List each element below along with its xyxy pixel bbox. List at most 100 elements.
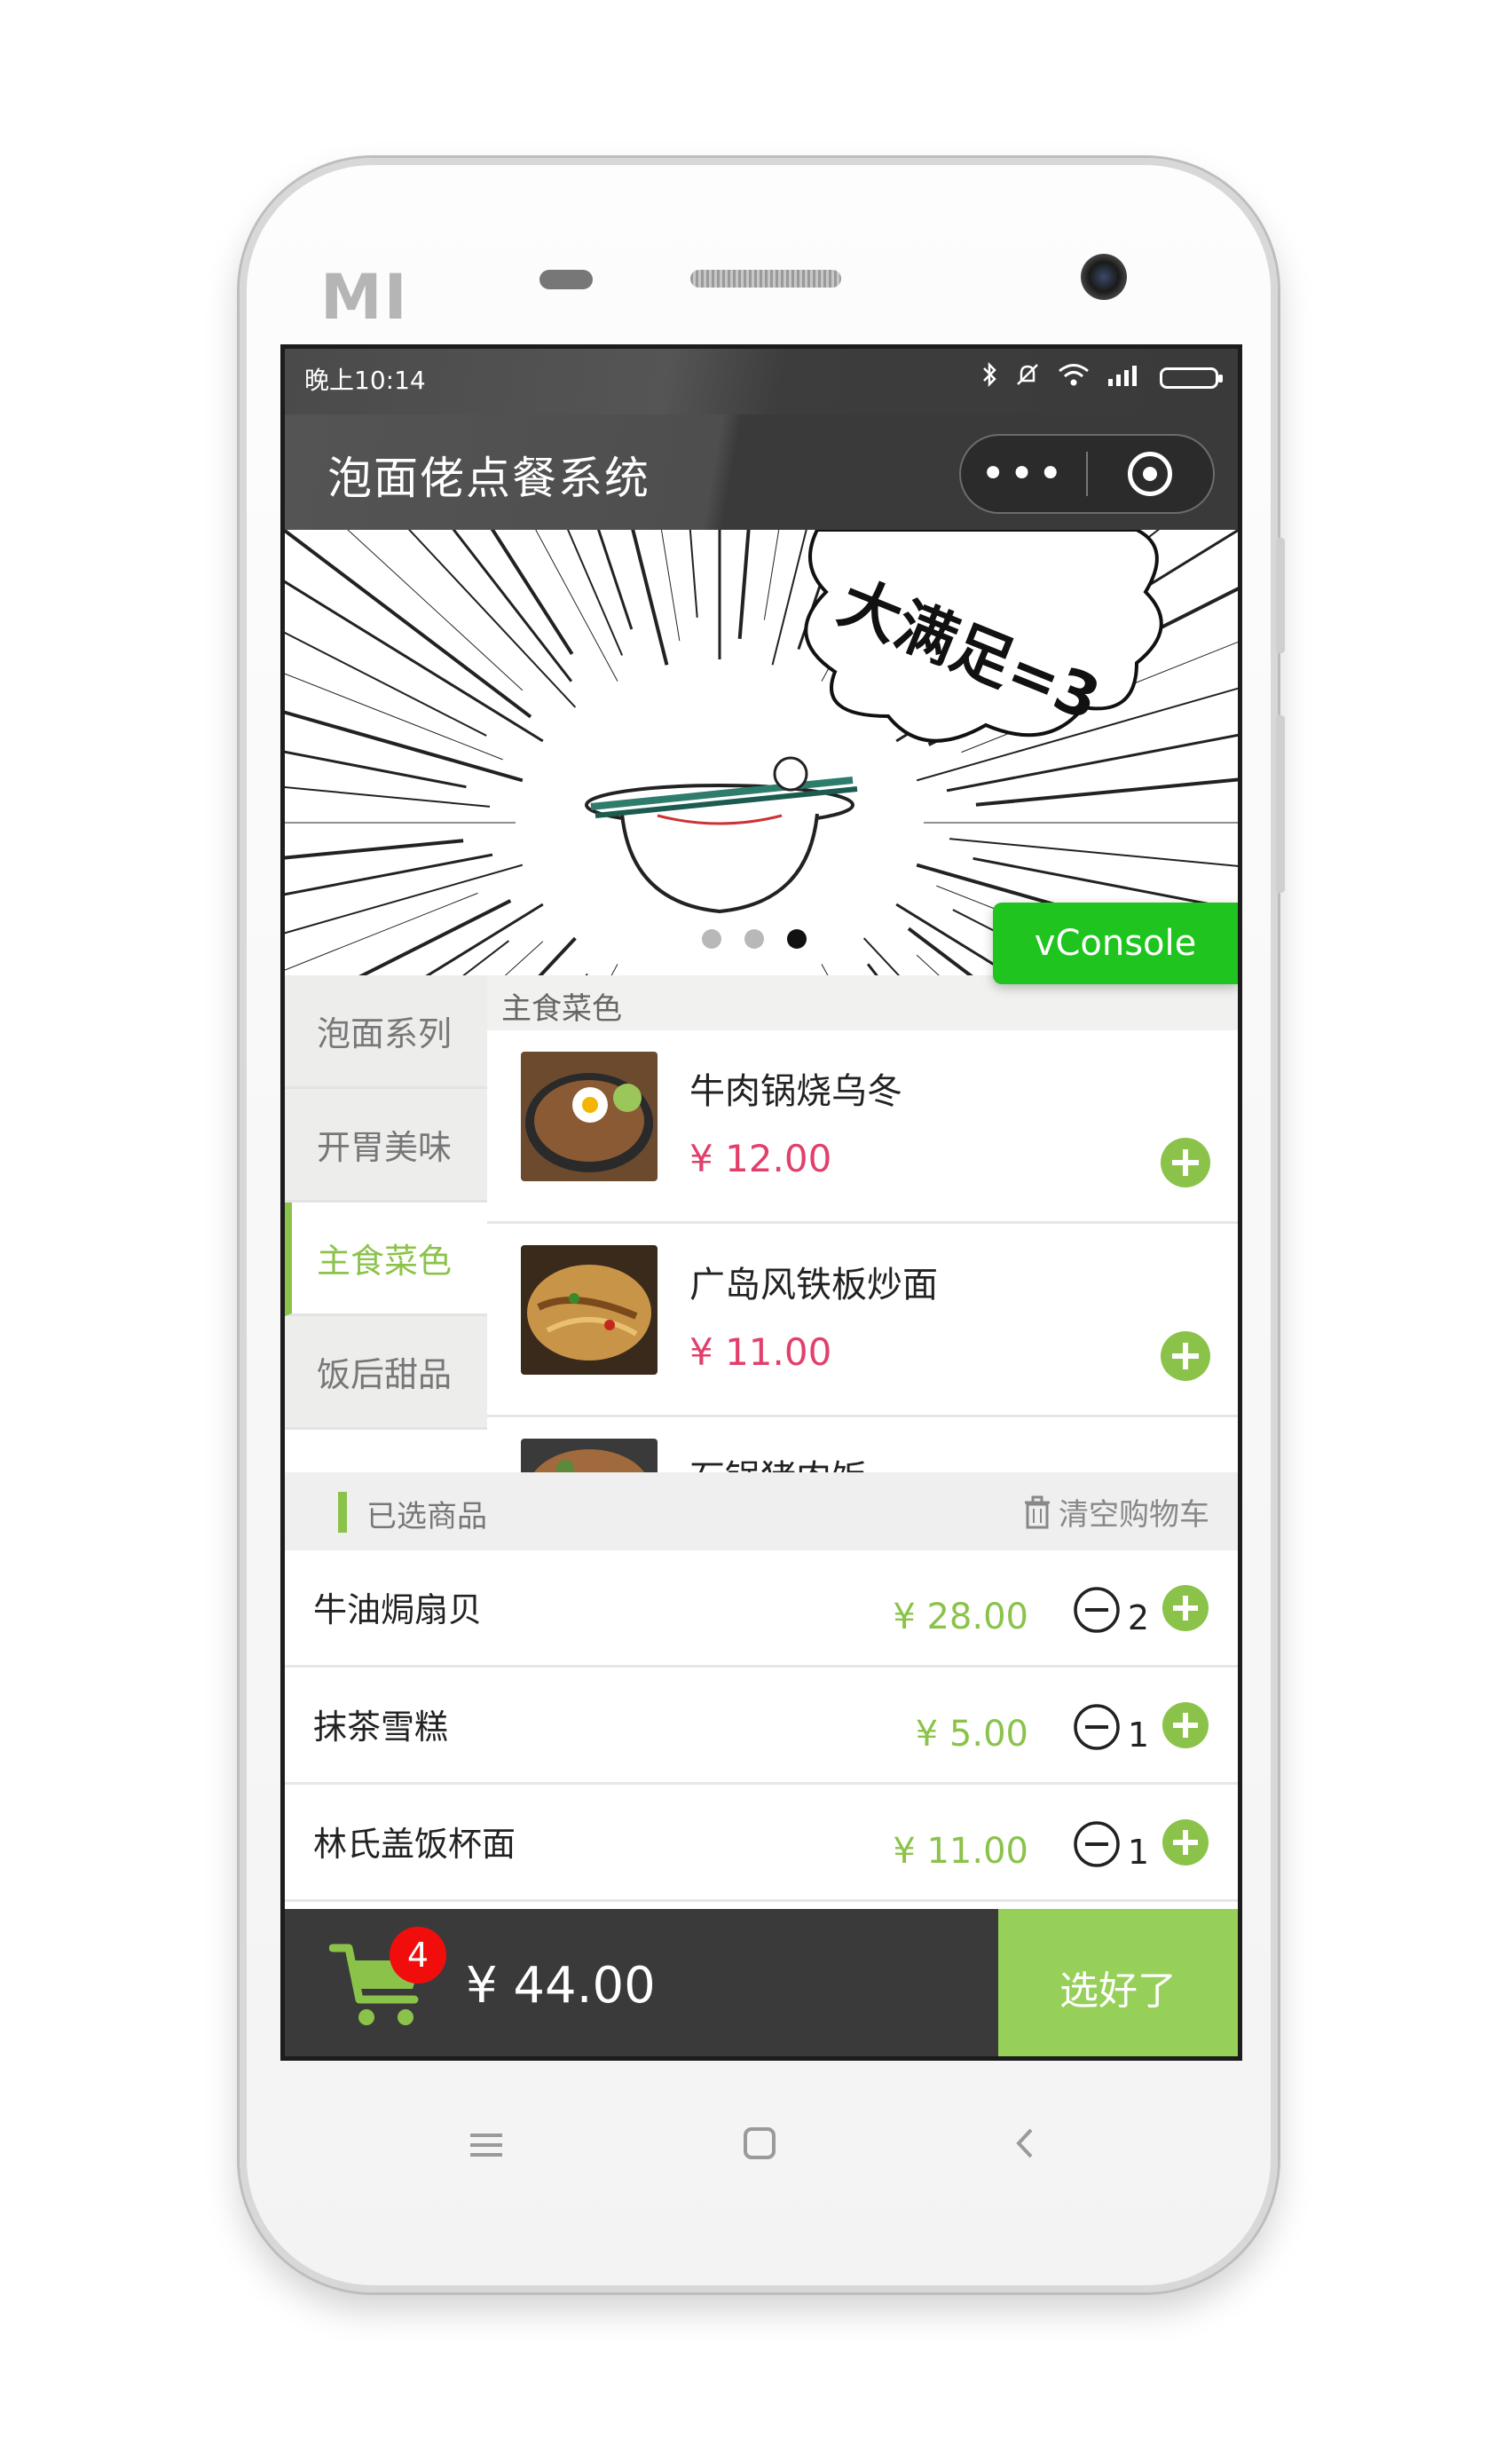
dish-thumbnail [521, 1052, 658, 1181]
speed-line [452, 530, 573, 682]
speed-line [425, 903, 544, 975]
cart-item-qty: 1 [1127, 1716, 1149, 1755]
menu-item-list: 主食菜色 牛肉锅烧乌冬 ¥ 12.00 广岛风铁板炒面 ¥ 11.00 [487, 975, 1238, 1472]
menu-item: 广岛风铁板炒面 ¥ 11.00 [487, 1224, 1238, 1417]
plus-circle-icon [1161, 1331, 1210, 1381]
minus-circle-icon [1074, 1704, 1120, 1750]
cart-row: 抹茶雪糕 ¥ 5.00 1 [285, 1668, 1238, 1785]
dish-thumbnail [521, 1439, 658, 1472]
menu-item: 牛肉锅烧乌冬 ¥ 12.00 [487, 1030, 1238, 1224]
speed-line [285, 530, 532, 719]
cart-row: 林氏盖饭杯面 ¥ 11.00 1 [285, 1785, 1238, 1902]
decrease-qty-button[interactable] [1073, 1703, 1121, 1755]
checkout-button[interactable]: 选好了 [998, 1909, 1238, 2056]
speed-line [285, 853, 493, 896]
cart-item-name: 抹茶雪糕 [313, 1708, 449, 1747]
speed-line [504, 941, 544, 975]
cart-total: ¥ 44.00 [466, 1957, 656, 2015]
cart-item-name: 牛油焗扇贝 [313, 1590, 483, 1629]
capsule-menu: ••• [959, 434, 1215, 514]
cart-item-price: ¥ 5.00 [915, 1714, 1028, 1755]
power-button [1276, 715, 1285, 893]
status-time: 晚上10:14 [304, 366, 426, 395]
dish-thumbnail [521, 1245, 658, 1375]
speed-line [358, 899, 512, 975]
phone-screen: 晚上10:14 泡面佬点餐系统 ••• 大满足=3 vConsole 泡面系列 … [280, 344, 1242, 2061]
decrease-qty-button[interactable] [1073, 1820, 1121, 1872]
menu-key-icon[interactable] [469, 2121, 504, 2171]
mute-bell-icon [1014, 361, 1041, 394]
speed-line [949, 838, 1238, 867]
back-key-icon[interactable] [1012, 2121, 1038, 2171]
signal-icon [1106, 363, 1144, 392]
minus-circle-icon [1074, 1821, 1120, 1867]
speed-line [347, 530, 524, 691]
dish-price: ¥ 12.00 [689, 1137, 832, 1180]
dish-price: ¥ 11.00 [689, 1330, 832, 1374]
cart-list: 牛油焗扇贝 ¥ 28.00 2 抹茶雪糕 ¥ 5.00 1 林氏盖饭杯面 ¥ 1… [285, 1550, 1238, 1902]
speed-line [737, 530, 751, 639]
trash-icon [1025, 1495, 1050, 1528]
speed-line [407, 530, 577, 708]
cart-row: 牛油焗扇贝 ¥ 28.00 2 [285, 1550, 1238, 1668]
cart-header: 已选商品 清空购物车 [285, 1472, 1238, 1550]
speed-line [285, 710, 524, 783]
close-mini-program-button[interactable] [1088, 452, 1213, 496]
page-title: 泡面佬点餐系统 [327, 453, 650, 504]
speed-line [285, 864, 524, 935]
clear-cart-label: 清空购物车 [1059, 1497, 1209, 1533]
category-filler [285, 1430, 487, 1472]
decrease-qty-button[interactable] [1073, 1586, 1121, 1637]
plus-circle-icon [1161, 1138, 1210, 1187]
add-to-cart-button[interactable] [1160, 1137, 1211, 1192]
plus-circle-icon [1162, 1585, 1209, 1631]
category-item[interactable]: 开胃美味 [285, 1089, 487, 1203]
increase-qty-button[interactable] [1162, 1701, 1209, 1753]
cart-count-badge: 4 [390, 1927, 446, 1984]
status-bar: 晚上10:14 [285, 349, 1238, 414]
bluetooth-icon [980, 361, 998, 394]
earpiece-speaker [690, 270, 841, 288]
speed-line [490, 530, 574, 656]
speed-line [538, 936, 577, 975]
category-item-active[interactable]: 主食菜色 [285, 1203, 487, 1316]
home-key-icon[interactable] [742, 2121, 777, 2171]
cart-item-qty: 2 [1127, 1598, 1149, 1637]
cart-item-name: 林氏盖饭杯面 [313, 1825, 516, 1864]
noodle-bowl-icon [585, 756, 858, 914]
add-to-cart-button[interactable] [1160, 1330, 1211, 1385]
carousel-dot-active[interactable] [787, 929, 807, 949]
clear-cart-button[interactable]: 清空购物车 [1023, 1490, 1209, 1534]
proximity-sensor [539, 270, 593, 289]
menu-area: 泡面系列 开胃美味 主食菜色 饭后甜品 主食菜色 牛肉锅烧乌冬 ¥ 12.00 [285, 975, 1238, 1472]
cart-item-price: ¥ 11.00 [893, 1831, 1028, 1872]
plus-circle-icon [1162, 1702, 1209, 1748]
checkout-bar: 4 ¥ 44.00 选好了 [285, 1909, 1238, 2056]
increase-qty-button[interactable] [1162, 1584, 1209, 1636]
front-camera [1081, 254, 1127, 300]
volume-button [1276, 538, 1285, 653]
wifi-icon [1057, 362, 1091, 393]
cart-title: 已选商品 [366, 1499, 487, 1534]
dish-name: 广岛风铁板炒面 [689, 1265, 938, 1305]
carousel-dot[interactable] [744, 929, 764, 949]
dish-name: 牛肉锅烧乌冬 [689, 1071, 902, 1112]
mini-program-nav-bar: 泡面佬点餐系统 ••• [285, 414, 1238, 530]
category-sidebar: 泡面系列 开胃美味 主食菜色 饭后甜品 [285, 975, 487, 1472]
plus-circle-icon [1162, 1819, 1209, 1865]
speed-line [285, 750, 467, 789]
increase-qty-button[interactable] [1162, 1818, 1209, 1870]
menu-item: 石锅猪肉饭 [487, 1417, 1238, 1472]
brand-logo: MI [320, 261, 409, 334]
speed-line [285, 631, 487, 737]
category-item[interactable]: 泡面系列 [285, 975, 487, 1089]
cart-item-price: ¥ 28.00 [893, 1597, 1028, 1637]
cart-header-accent [338, 1492, 347, 1533]
carousel-dot[interactable] [702, 929, 721, 949]
dish-name: 石锅猪肉饭 [689, 1449, 867, 1472]
category-item[interactable]: 饭后甜品 [285, 1316, 487, 1430]
more-dots-icon[interactable]: ••• [961, 453, 1086, 495]
vconsole-button[interactable]: vConsole [993, 903, 1238, 984]
minus-circle-icon [1074, 1587, 1120, 1633]
target-icon [1128, 452, 1173, 496]
